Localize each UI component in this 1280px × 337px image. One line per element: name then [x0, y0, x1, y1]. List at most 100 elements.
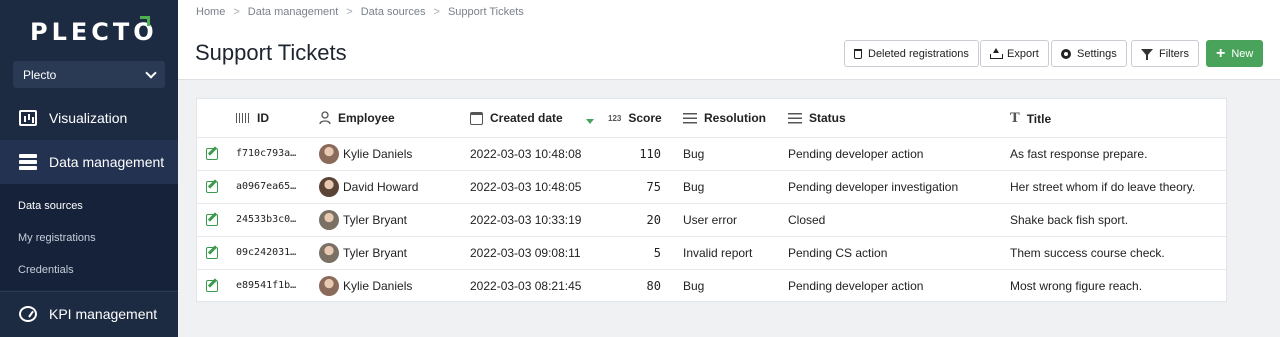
avatar [319, 210, 339, 230]
sidebar-item-label: Visualization [49, 110, 128, 126]
subnav-item-data-sources[interactable]: Data sources [18, 200, 83, 212]
breadcrumb-data-sources[interactable]: Data sources [361, 6, 426, 18]
avatar [319, 243, 339, 263]
column-header-status[interactable]: Status [788, 111, 846, 125]
cell-score: 20 [646, 213, 661, 227]
logo-accent-icon [140, 16, 150, 26]
cell-resolution: Invalid report [683, 246, 753, 260]
breadcrumb-separator: > [433, 6, 440, 18]
edit-icon[interactable] [206, 214, 218, 226]
chevron-down-icon [145, 66, 157, 79]
cell-created-date: 2022-03-03 08:21:45 [470, 279, 582, 293]
column-header-score[interactable]: 123 Score [608, 111, 662, 125]
export-button[interactable]: Export [980, 40, 1049, 67]
deleted-registrations-button[interactable]: Deleted registrations [844, 40, 979, 67]
cell-score: 5 [653, 246, 661, 260]
user-icon [319, 111, 331, 125]
edit-icon[interactable] [206, 280, 218, 292]
calendar-icon [470, 111, 483, 125]
new-button[interactable]: + New [1206, 40, 1263, 67]
cell-resolution: Bug [683, 147, 705, 161]
cell-employee: Tyler Bryant [343, 246, 408, 260]
button-label: Filters [1159, 47, 1189, 60]
page-title: Support Tickets [195, 40, 347, 65]
table-row[interactable]: e89541f1b… Kylie Daniels 2022-03-03 08:2… [197, 269, 1228, 302]
breadcrumb-home[interactable]: Home [196, 6, 225, 18]
column-header-title[interactable]: T Title [1010, 111, 1051, 126]
page-header: Home > Data management > Data sources > … [178, 0, 1280, 80]
gear-icon [1061, 48, 1071, 59]
table-row[interactable]: 09c242031… Tyler Bryant 2022-03-03 09:08… [197, 236, 1228, 269]
cell-title: Most wrong figure reach. [1010, 279, 1143, 293]
button-label: Deleted registrations [868, 47, 969, 60]
sidebar-item-label: Data management [49, 154, 165, 170]
column-header-label: Title [1026, 111, 1052, 126]
table-row[interactable]: a0967ea65… David Howard 2022-03-03 10:48… [197, 170, 1228, 203]
breadcrumb-separator: > [233, 6, 240, 18]
organization-select[interactable]: Plecto [13, 61, 165, 88]
cell-title: Shake back fish sport. [1010, 213, 1129, 227]
breadcrumb-data-management[interactable]: Data management [248, 6, 339, 18]
upload-icon [990, 48, 1003, 59]
cell-status: Pending developer action [788, 147, 924, 161]
column-header-id[interactable]: ID [236, 111, 269, 125]
cell-id: 09c242031… [236, 247, 297, 258]
cell-resolution: Bug [683, 279, 705, 293]
cell-status: Closed [788, 213, 826, 227]
cell-resolution: Bug [683, 180, 705, 194]
cell-id: e89541f1b… [236, 280, 297, 291]
column-header-label: Created date [490, 111, 563, 125]
organization-name: Plecto [23, 67, 57, 82]
cell-status: Pending CS action [788, 246, 888, 260]
sidebar-item-kpi-management[interactable]: KPI management [0, 291, 178, 335]
cell-title: As fast response prepare. [1010, 147, 1148, 161]
list-icon [788, 112, 802, 124]
sidebar: PLECTO Plecto Visualization Data managem… [0, 0, 178, 337]
column-header-label: ID [257, 111, 269, 125]
avatar [319, 177, 339, 197]
edit-icon[interactable] [206, 148, 218, 160]
breadcrumb-separator: > [346, 6, 353, 18]
sort-descending-icon[interactable] [586, 119, 594, 124]
column-header-resolution[interactable]: Resolution [683, 111, 766, 125]
cell-status: Pending developer investigation [788, 180, 959, 194]
cell-id: a0967ea65… [236, 181, 297, 192]
column-header-label: Score [628, 111, 662, 125]
barcode-icon [236, 113, 250, 123]
cell-resolution: User error [683, 213, 738, 227]
sidebar-item-visualization[interactable]: Visualization [0, 96, 178, 140]
settings-button[interactable]: Settings [1051, 40, 1127, 67]
filter-icon [1141, 48, 1153, 60]
column-header-label: Resolution [704, 111, 766, 125]
sidebar-item-label: KPI management [49, 305, 158, 322]
cell-id: f710c793a… [236, 148, 297, 159]
cell-score: 80 [646, 279, 661, 293]
cell-created-date: 2022-03-03 10:33:19 [470, 213, 582, 227]
plecto-logo[interactable]: PLECTO [30, 18, 158, 46]
edit-icon[interactable] [206, 247, 218, 259]
avatar [319, 144, 339, 164]
button-label: New [1231, 47, 1254, 60]
chart-icon [19, 110, 37, 126]
edit-icon[interactable] [206, 181, 218, 193]
column-header-employee[interactable]: Employee [319, 111, 395, 125]
cell-score: 75 [646, 180, 661, 194]
text-format-icon: T [1010, 111, 1020, 126]
cell-employee: Kylie Daniels [343, 279, 413, 293]
subnav-item-my-registrations[interactable]: My registrations [18, 232, 96, 244]
table-row[interactable]: f710c793a… Kylie Daniels 2022-03-03 10:4… [197, 137, 1228, 170]
filters-button[interactable]: Filters [1131, 40, 1199, 67]
trash-icon [854, 48, 862, 59]
table-row[interactable]: 24533b3c0… Tyler Bryant 2022-03-03 10:33… [197, 203, 1228, 236]
sidebar-item-data-management[interactable]: Data management [0, 140, 178, 184]
cell-employee: David Howard [343, 180, 419, 194]
list-icon [683, 112, 697, 124]
cell-employee: Tyler Bryant [343, 213, 408, 227]
breadcrumb: Home > Data management > Data sources > … [196, 6, 524, 18]
column-header-created-date[interactable]: Created date [470, 111, 563, 125]
gauge-icon [19, 305, 37, 322]
cell-employee: Kylie Daniels [343, 147, 413, 161]
plus-icon: + [1216, 45, 1226, 62]
number-icon: 123 [608, 113, 622, 123]
subnav-item-credentials[interactable]: Credentials [18, 264, 74, 276]
